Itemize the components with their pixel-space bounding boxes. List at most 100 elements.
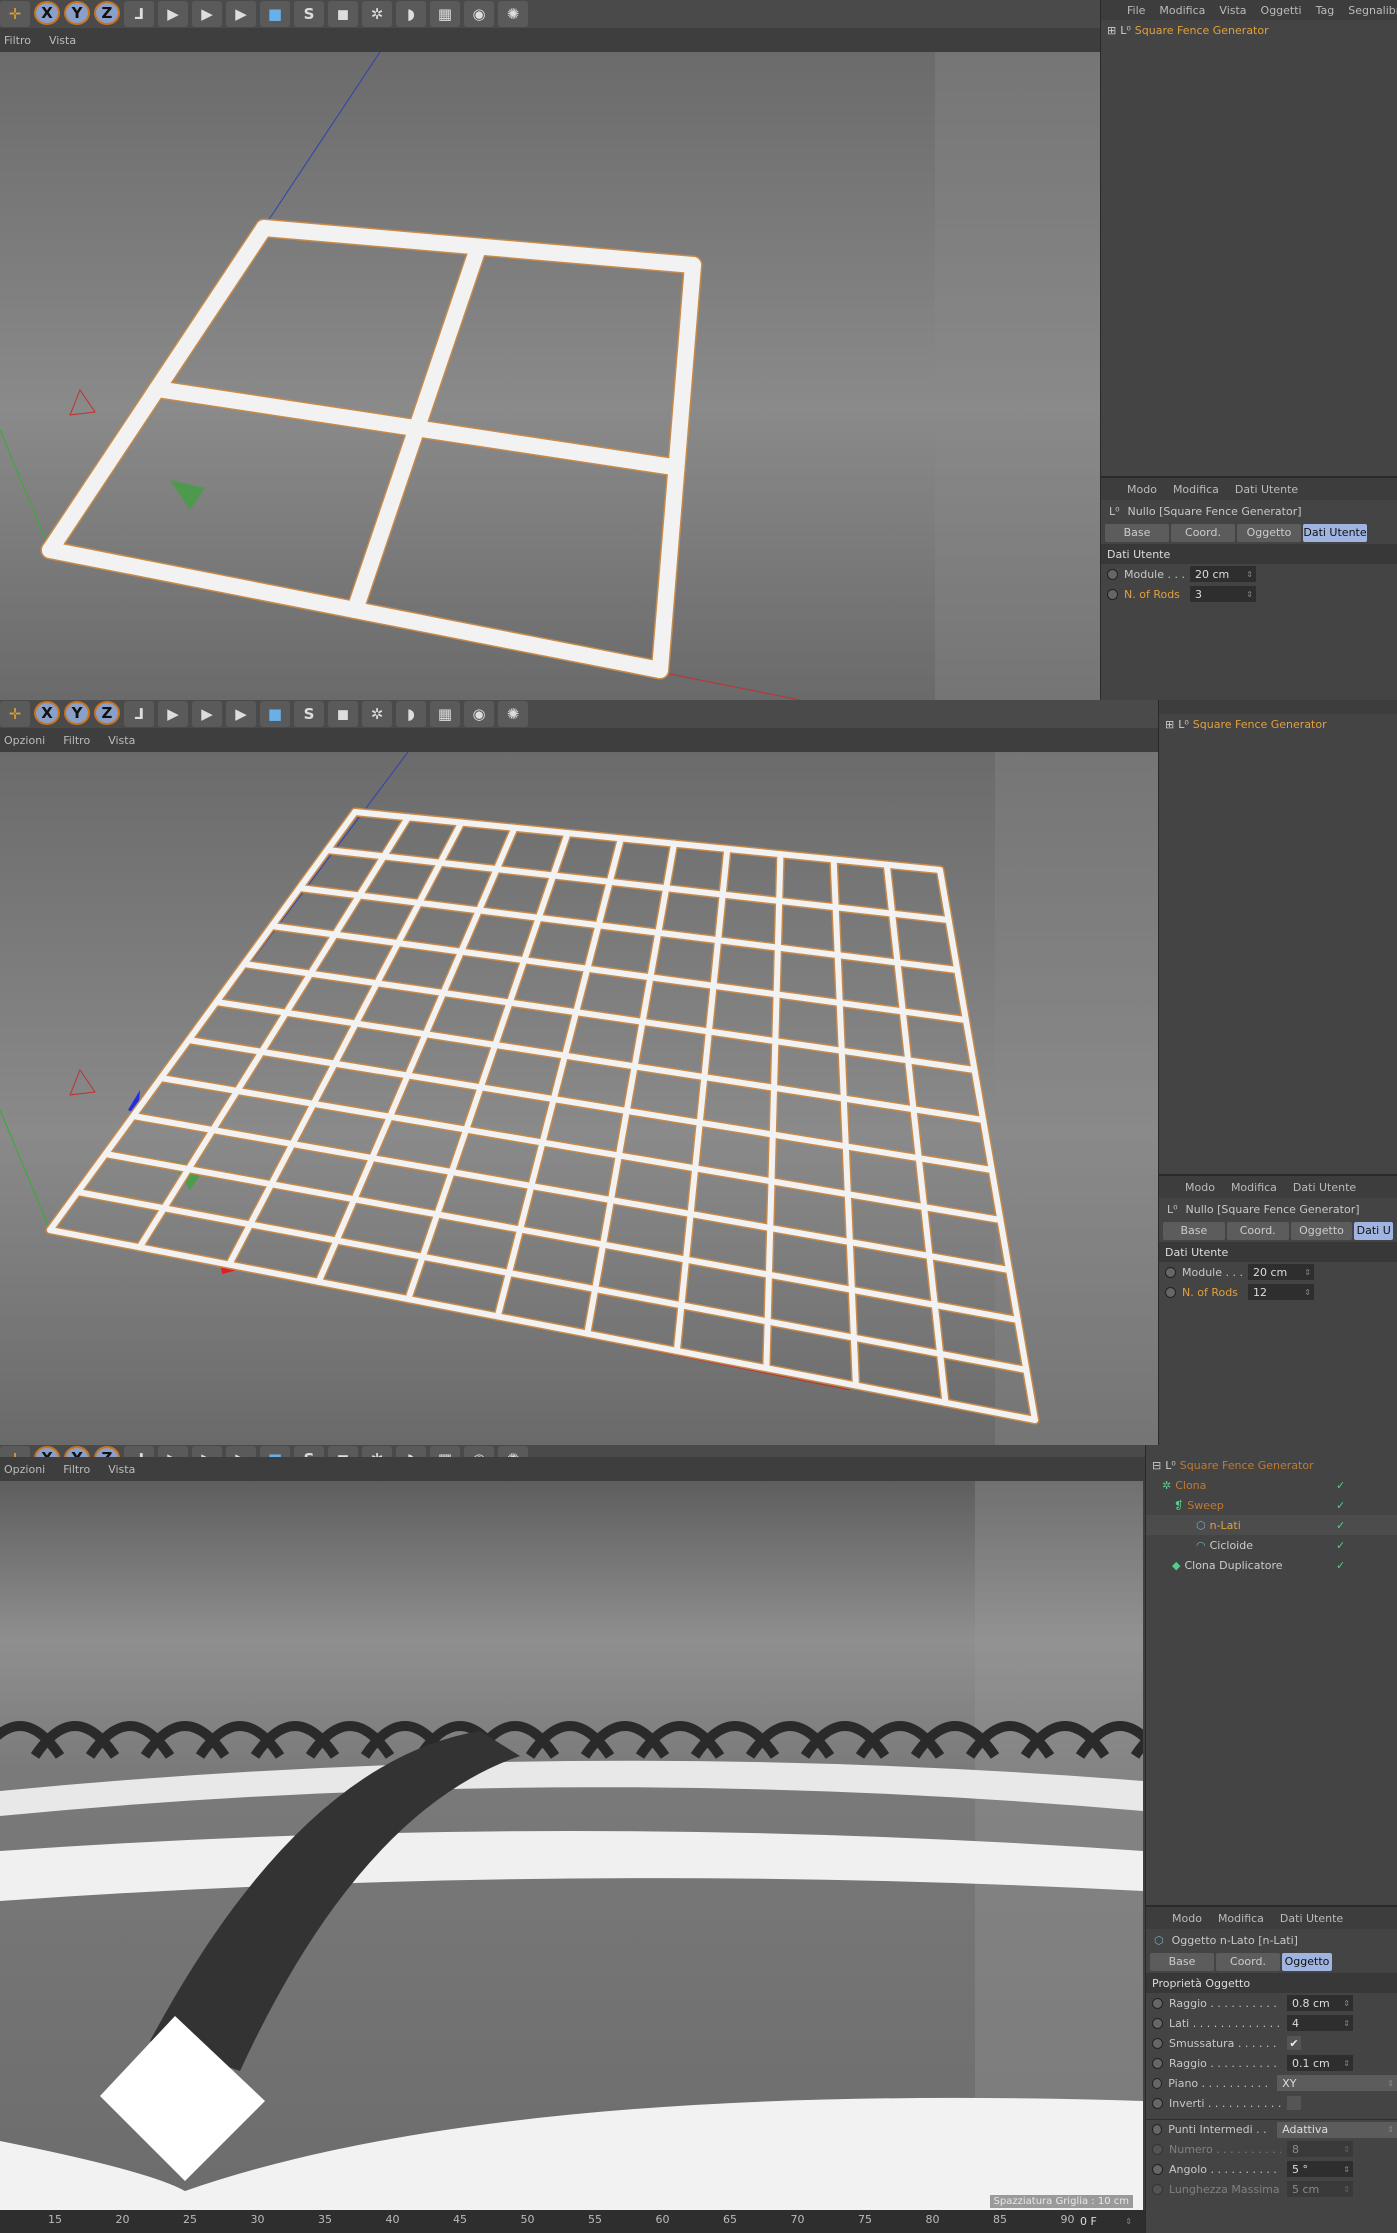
light-icon[interactable]: ✺ [498,701,528,727]
animate-icon[interactable] [1152,2097,1163,2109]
object-row[interactable]: ◠ Cicloide ✓ [1146,1535,1397,1555]
check-icon[interactable]: ✓ [1336,1559,1345,1572]
animate-icon[interactable] [1152,1997,1163,2009]
animate-icon[interactable] [1152,2143,1163,2155]
z-axis-icon[interactable]: Z [94,701,120,725]
menu-modifica[interactable]: Modifica [1218,1912,1264,1925]
dropdown[interactable]: XY [1277,2075,1397,2091]
menu-opzioni[interactable]: Opzioni [4,734,45,747]
object-row[interactable]: ✲ Clona ✓ [1146,1475,1397,1495]
expand-icon[interactable]: ⊟ [1152,1459,1161,1472]
dropdown[interactable]: Adattiva [1277,2121,1397,2138]
check-icon[interactable]: ✓ [1336,1519,1345,1532]
floor-icon[interactable]: ▦ [430,1446,460,1457]
menu-vista[interactable]: Vista [108,734,135,747]
expand-icon[interactable]: ⊞ [1107,24,1116,37]
animate-icon[interactable] [1107,588,1118,600]
spline-pen-icon[interactable]: S [294,701,324,727]
rods-field[interactable]: 3 [1190,586,1256,602]
timeline-ruler[interactable]: 0 F 15 20 25 30 35 40 45 50 55 60 65 70 75 80 85 90 [0,2210,1145,2233]
y-axis-icon[interactable]: Y [64,701,90,725]
rods-field[interactable]: 12 [1248,1284,1314,1300]
number-field[interactable]: 8 [1287,2141,1353,2157]
number-field[interactable]: 0.1 cm [1287,2055,1353,2071]
menu-dati-utente[interactable]: Dati Utente [1293,1181,1356,1194]
coordinate-system-icon[interactable]: ⅃ [124,701,154,727]
render-picture-viewer-icon[interactable]: ▶ [192,1,222,27]
menu-opzioni[interactable]: Opzioni [4,1463,45,1476]
object-row[interactable]: ⊟ L⁰ Square Fence Generator [1146,1455,1397,1475]
frame-field[interactable]: 0 F [1075,2213,1135,2229]
menu-modifica[interactable]: Modifica [1159,4,1205,17]
camera-icon[interactable]: ◉ [464,1446,494,1457]
tab-base[interactable]: Base [1150,1953,1214,1971]
viewport-3d[interactable] [0,752,1158,1445]
expand-icon[interactable]: ⊞ [1165,718,1174,731]
tab-coord[interactable]: Coord. [1226,1222,1289,1240]
cube-icon[interactable]: ■ [260,1,290,27]
viewport-3d[interactable]: Spazziatura Griglia : 10 cm [0,1481,1143,2210]
deformer-icon[interactable]: ◗ [396,1446,426,1457]
subdivision-icon[interactable]: ◼ [328,1446,358,1457]
render-settings-icon[interactable]: ▶ [226,701,256,727]
deformer-icon[interactable]: ◗ [396,701,426,727]
number-field[interactable]: 5 cm [1287,2181,1353,2197]
tab-coord[interactable]: Coord. [1171,524,1235,542]
floor-icon[interactable]: ▦ [430,1,460,27]
object-row[interactable]: ◆ Clona Duplicatore ✓ [1146,1555,1397,1575]
object-row[interactable]: ❡ Sweep ✓ [1146,1495,1397,1515]
camera-icon[interactable]: ◉ [464,701,494,727]
tab-base[interactable]: Base [1105,524,1169,542]
animate-icon[interactable] [1152,2037,1163,2049]
tab-coord[interactable]: Coord. [1216,1953,1280,1971]
viewport-3d[interactable] [0,52,1100,700]
animate-icon[interactable] [1152,2017,1163,2029]
object-row[interactable]: ⊞ L⁰ Square Fence Generator [1101,20,1397,40]
render-settings-icon[interactable]: ▶ [226,1446,256,1457]
menu-tag[interactable]: Tag [1316,4,1335,17]
render-settings-icon[interactable]: ▶ [226,1,256,27]
menu-oggetti[interactable]: Oggetti [1261,4,1302,17]
tab-base[interactable]: Base [1163,1222,1225,1240]
menu-modo[interactable]: Modo [1185,1181,1215,1194]
animate-icon[interactable] [1152,2183,1163,2195]
menu-dati-utente[interactable]: Dati Utente [1280,1912,1343,1925]
animate-icon[interactable] [1165,1286,1176,1298]
z-axis-icon[interactable]: Z [94,1446,120,1457]
tab-oggetto[interactable]: Oggetto [1237,524,1301,542]
cloner-icon[interactable]: ✲ [362,701,392,727]
animate-icon[interactable] [1152,2163,1163,2175]
check-icon[interactable]: ✓ [1336,1479,1345,1492]
deformer-icon[interactable]: ◗ [396,1,426,27]
menu-modifica[interactable]: Modifica [1173,483,1219,496]
camera-icon[interactable]: ◉ [464,1,494,27]
subdivision-icon[interactable]: ◼ [328,1,358,27]
coordinate-system-icon[interactable]: ⅃ [124,1446,154,1457]
tab-dati-utente[interactable]: Dati Utente [1303,524,1367,542]
menu-vista[interactable]: Vista [49,34,76,47]
animate-icon[interactable] [1107,568,1118,580]
x-axis-icon[interactable]: X [34,701,60,725]
cloner-icon[interactable]: ✲ [362,1,392,27]
menu-modo[interactable]: Modo [1172,1912,1202,1925]
move-icon[interactable]: ✛ [0,1446,30,1457]
coordinate-system-icon[interactable]: ⅃ [124,1,154,27]
y-axis-icon[interactable]: Y [64,1446,90,1457]
number-field[interactable]: 4 [1287,2015,1353,2031]
tab-oggetto[interactable]: Oggetto [1282,1953,1332,1971]
object-row[interactable]: ⬡ n-Lati ✓ [1146,1515,1397,1535]
menu-filtro[interactable]: Filtro [4,34,31,47]
subdivision-icon[interactable]: ◼ [328,701,358,727]
cloner-icon[interactable]: ✲ [362,1446,392,1457]
render-picture-viewer-icon[interactable]: ▶ [192,1446,222,1457]
menu-modifica[interactable]: Modifica [1231,1181,1277,1194]
module-field[interactable]: 20 cm [1190,566,1256,582]
menu-file[interactable]: File [1127,4,1145,17]
number-field[interactable]: 5 ° [1287,2161,1353,2177]
check-icon[interactable]: ✓ [1336,1539,1345,1552]
move-icon[interactable]: ✛ [0,1,30,27]
menu-dati-utente[interactable]: Dati Utente [1235,483,1298,496]
x-axis-icon[interactable]: X [34,1446,60,1457]
z-axis-icon[interactable]: Z [94,1,120,25]
cube-icon[interactable]: ■ [260,701,290,727]
